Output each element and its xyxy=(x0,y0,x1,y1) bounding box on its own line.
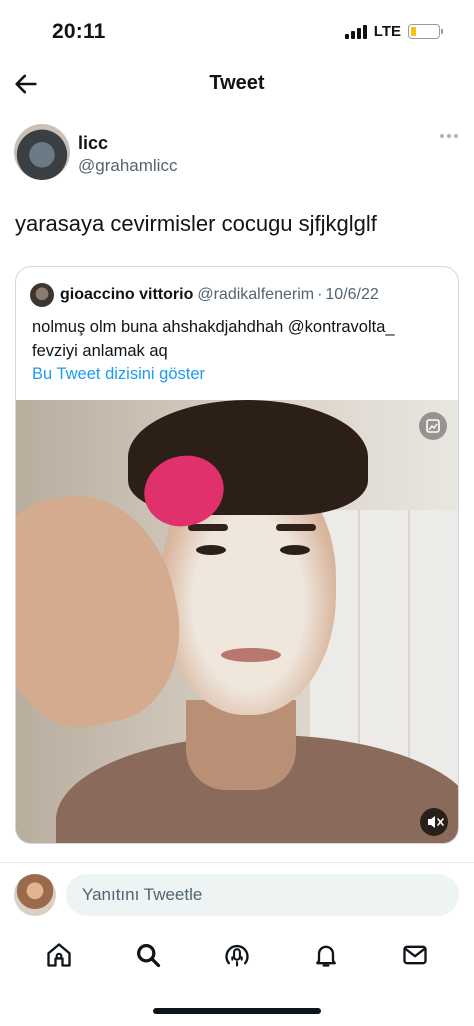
signal-icon xyxy=(344,24,367,39)
network-type: LTE xyxy=(373,23,401,40)
quoted-date: 10/6/22 xyxy=(325,286,379,303)
battery-icon xyxy=(408,24,443,39)
home-indicator xyxy=(153,1008,321,1014)
nav-header: Tweet xyxy=(0,60,474,108)
tab-home[interactable] xyxy=(39,935,79,975)
tab-notifications[interactable] xyxy=(306,935,346,975)
more-options-icon[interactable] xyxy=(440,134,458,138)
quoted-tweet-text: nolmuş olm buna ahshakdjahdhah @kontravo… xyxy=(32,318,395,360)
reply-bar: Yanıtını Tweetle xyxy=(0,866,474,922)
quoted-tweet[interactable]: gioaccino vittorio @radikalfenerim · 10/… xyxy=(15,266,459,844)
author-avatar[interactable] xyxy=(14,124,70,180)
user-avatar[interactable] xyxy=(14,874,56,916)
quoted-author-handle: @radikalfenerim xyxy=(197,286,315,303)
home-icon xyxy=(46,943,71,967)
page-title: Tweet xyxy=(209,72,265,94)
quoted-tweet-header: gioaccino vittorio @radikalfenerim · 10/… xyxy=(30,283,379,307)
mute-icon[interactable] xyxy=(420,808,448,836)
status-indicators: LTE xyxy=(344,23,443,40)
author-name[interactable]: licc xyxy=(78,133,108,154)
media-settings-icon[interactable] xyxy=(419,412,447,440)
quoted-author-name: gioaccino vittorio xyxy=(60,286,194,303)
divider xyxy=(0,862,474,863)
quoted-separator: · xyxy=(317,286,323,303)
author-handle[interactable]: @grahamlicc xyxy=(78,156,177,176)
status-bar: 20:11 LTE xyxy=(0,0,474,60)
notifications-icon xyxy=(316,945,337,967)
spaces-icon xyxy=(225,944,249,967)
tweet-author: licc @grahamlicc xyxy=(14,124,460,184)
reply-input[interactable]: Yanıtını Tweetle xyxy=(66,874,459,916)
status-time: 20:11 xyxy=(52,20,106,43)
quoted-author-avatar xyxy=(30,283,54,307)
search-icon xyxy=(136,944,160,968)
tab-spaces[interactable] xyxy=(217,935,257,975)
show-thread-link[interactable]: Bu Tweet dizisini göster xyxy=(32,365,205,384)
messages-icon xyxy=(403,945,428,965)
tab-messages[interactable] xyxy=(395,935,435,975)
tab-bar xyxy=(0,930,474,980)
tab-search[interactable] xyxy=(128,935,168,975)
video-player[interactable] xyxy=(16,400,458,843)
tweet-text: yarasaya cevirmisler cocugu sjfjkglglf xyxy=(15,211,377,236)
